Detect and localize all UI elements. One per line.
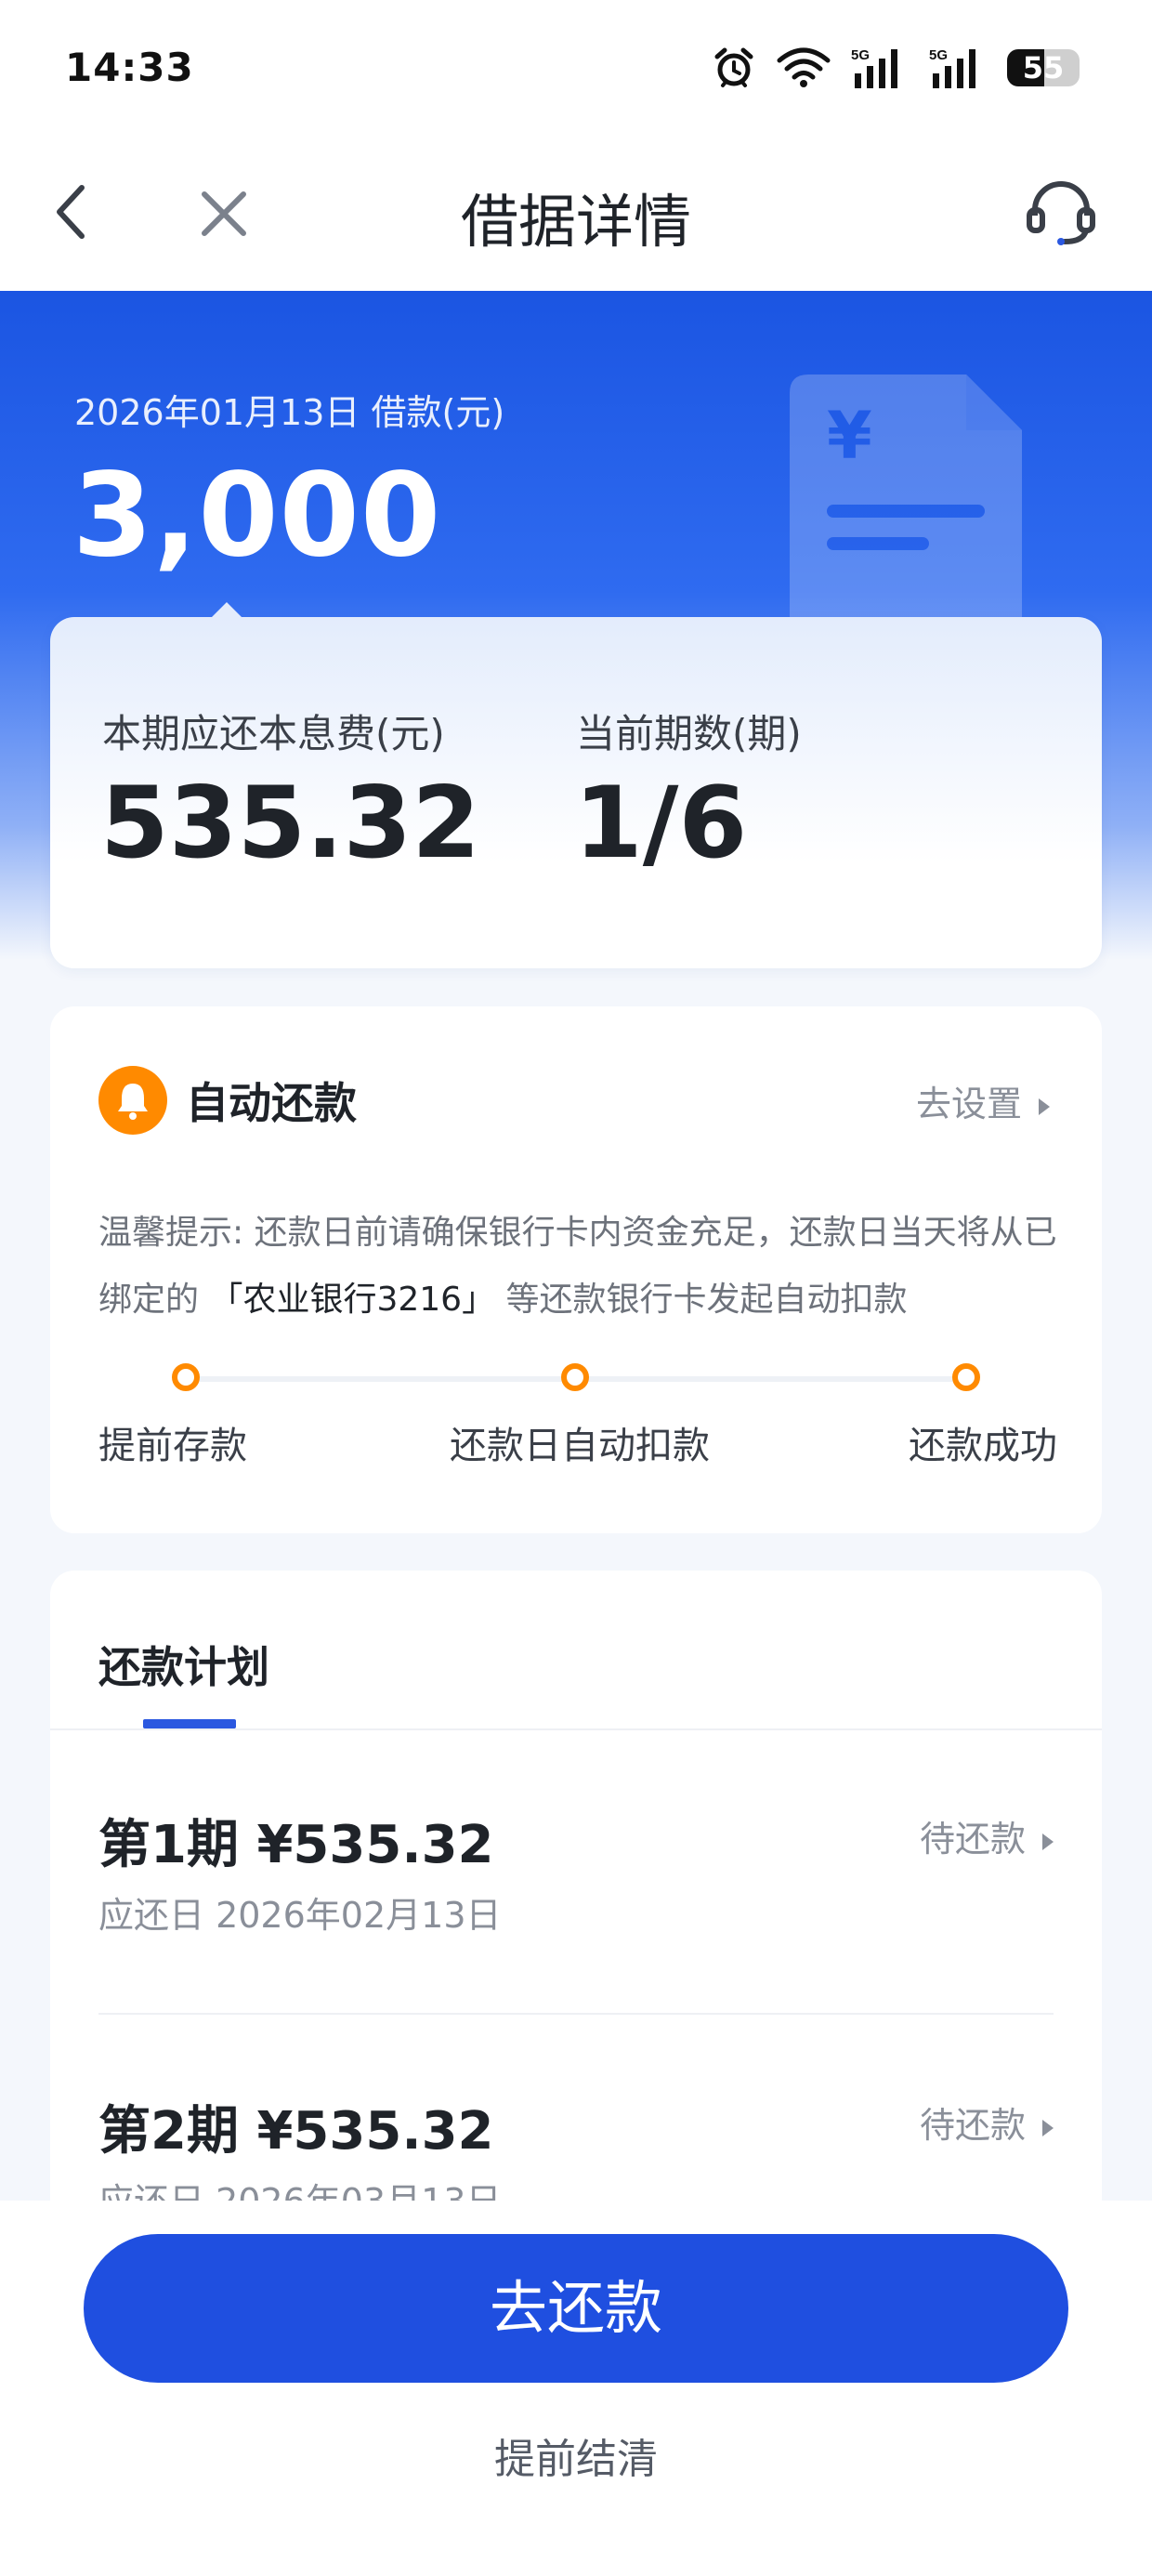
tab-repayment-plan[interactable]: 还款计划 bbox=[98, 1634, 269, 1695]
plan-row-status: 待还款 bbox=[920, 1810, 1054, 1861]
signal-5g-label: 5G bbox=[851, 47, 870, 63]
tip-bank-card: 「农业银行3216」 bbox=[199, 1281, 506, 1319]
battery-icon: 55 bbox=[1007, 49, 1080, 86]
loan-date-caption: 2026年01月13日 借款(元) bbox=[74, 392, 505, 433]
plan-row-title: 第2期 ¥535.32 bbox=[98, 2101, 494, 2162]
svg-text:¥: ¥ bbox=[827, 398, 872, 474]
battery-level: 55 bbox=[1022, 50, 1065, 85]
repay-button[interactable]: 去还款 bbox=[84, 2234, 1068, 2383]
loan-detail-page: 14:33 5G 5G 55 借据详情 2026年01月13日 借款(元) 3,… bbox=[0, 0, 1152, 2576]
plan-row-date: 应还日 2026年02月13日 bbox=[98, 1895, 502, 1936]
signal-5g-icon: 5G bbox=[929, 47, 975, 88]
flow-step-dot bbox=[561, 1363, 589, 1391]
page-title: 借据详情 bbox=[460, 188, 691, 256]
go-settings-label: 去设置 bbox=[915, 1084, 1022, 1124]
flow-step-dot bbox=[172, 1363, 200, 1391]
plan-row-status-label: 待还款 bbox=[919, 1819, 1026, 1860]
flow-step-label: 还款成功 bbox=[909, 1425, 1057, 1467]
loan-amount: 3,000 bbox=[72, 449, 442, 583]
flow-step-dot bbox=[952, 1363, 980, 1391]
signal-5g-label: 5G bbox=[929, 47, 948, 63]
current-period-value: 1/6 bbox=[574, 766, 748, 880]
tip-suffix: 等还款银行卡发起自动扣款 bbox=[505, 1281, 908, 1319]
caret-right-icon bbox=[1042, 1833, 1054, 1850]
plan-row-status-label: 待还款 bbox=[919, 2105, 1026, 2146]
repayment-plan-card: 还款计划 第1期 ¥535.32 应还日 2026年02月13日 待还款 第2期… bbox=[50, 1571, 1102, 2222]
tab-underline bbox=[143, 1719, 236, 1728]
plan-row-status: 待还款 bbox=[920, 2096, 1054, 2148]
plan-row-title: 第1期 ¥535.32 bbox=[98, 1815, 494, 1875]
plan-row[interactable]: 第1期 ¥535.32 应还日 2026年02月13日 待还款 bbox=[98, 1803, 1054, 2082]
caret-right-icon bbox=[1039, 1097, 1050, 1115]
auto-repay-tip: 温馨提示: 还款日前请确保银行卡内资金充足，还款日当天将从已绑定的 「农业银行3… bbox=[98, 1200, 1065, 1334]
current-period-label: 当前期数(期) bbox=[576, 711, 802, 756]
headset-icon[interactable] bbox=[1022, 173, 1100, 251]
alarm-icon bbox=[714, 47, 753, 87]
due-amount-value: 535.32 bbox=[100, 766, 481, 880]
status-time: 14:33 bbox=[65, 45, 194, 90]
nav-bar: 借据详情 bbox=[0, 139, 1152, 291]
status-icons: 5G 5G 55 bbox=[712, 43, 1080, 93]
signal-5g-icon: 5G bbox=[851, 47, 897, 88]
go-settings-link[interactable]: 去设置 bbox=[916, 1075, 1050, 1126]
early-settle-link[interactable]: 提前结清 bbox=[0, 2425, 1152, 2485]
flow-step-label: 提前存款 bbox=[98, 1425, 247, 1467]
due-amount-label: 本期应还本息费(元) bbox=[102, 711, 445, 756]
card-notch bbox=[210, 602, 243, 619]
divider bbox=[50, 1728, 1102, 1730]
auto-repay-title: 自动还款 bbox=[186, 1078, 357, 1128]
wifi-icon bbox=[777, 47, 831, 87]
status-bar: 14:33 5G 5G 55 bbox=[0, 0, 1152, 139]
repayment-summary-card: 本期应还本息费(元) 535.32 当前期数(期) 1/6 bbox=[50, 602, 1102, 968]
flow-step-label: 还款日自动扣款 bbox=[450, 1425, 710, 1467]
caret-right-icon bbox=[1042, 2119, 1054, 2136]
document-yuan-icon: ¥ bbox=[790, 375, 1022, 635]
bottom-action-bar: 去还款 提前结清 bbox=[0, 2201, 1152, 2576]
auto-repay-card: 自动还款 去设置 温馨提示: 还款日前请确保银行卡内资金充足，还款日当天将从已绑… bbox=[50, 1006, 1102, 1533]
bell-icon bbox=[98, 1066, 167, 1135]
divider bbox=[98, 2013, 1054, 2015]
